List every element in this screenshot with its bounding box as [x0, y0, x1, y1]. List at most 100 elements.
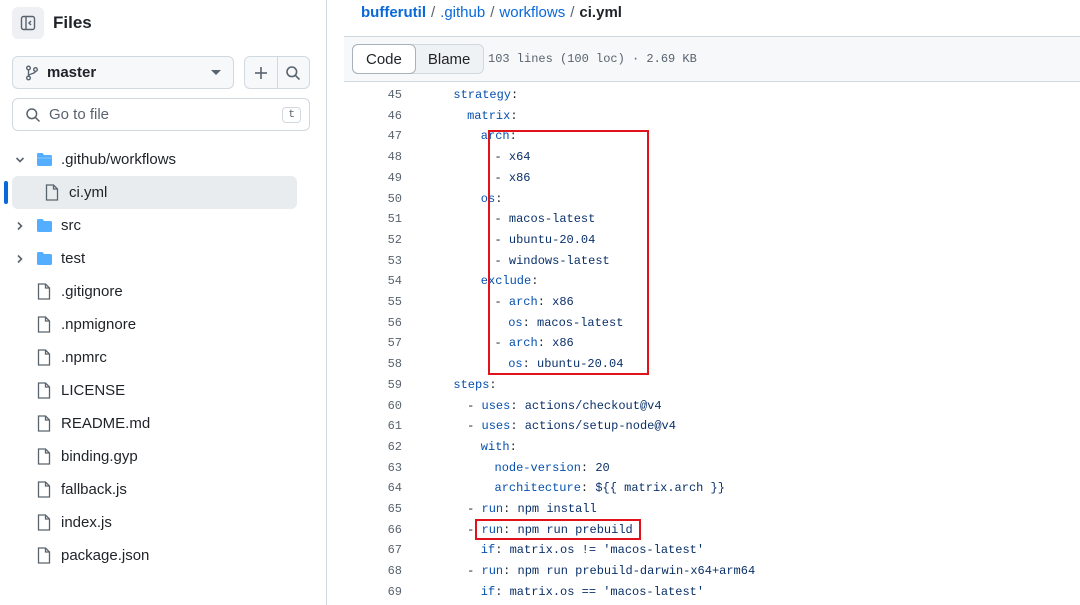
- selected-indicator: [4, 181, 8, 204]
- tree-item-label: src: [61, 217, 81, 234]
- tree-item-label: .npmignore: [61, 316, 137, 333]
- line-number[interactable]: 59: [344, 375, 402, 395]
- tree-item-fallback-js[interactable]: fallback.js: [0, 473, 327, 506]
- sidebar-collapse-button[interactable]: [12, 7, 44, 39]
- blame-view-button[interactable]: Blame: [415, 45, 484, 73]
- breadcrumb-workflows-link[interactable]: workflows: [499, 4, 565, 21]
- tree-item-label: LICENSE: [61, 382, 126, 399]
- line-number[interactable]: 54: [344, 271, 402, 291]
- folder-icon: [36, 218, 53, 233]
- chevron-right-icon[interactable]: [15, 254, 25, 264]
- yaml-value: x86: [552, 336, 574, 351]
- chevron-down-icon[interactable]: [15, 155, 25, 165]
- breadcrumb-current-file: ci.yml: [579, 4, 622, 21]
- code-view: 45 strategy: 46 matrix: 47 arch: 48 - x64 49 - x8…: [344, 82, 1080, 605]
- tree-item-label: ci.yml: [69, 184, 108, 201]
- code-view-button[interactable]: Code: [352, 44, 416, 74]
- tree-item-package-json[interactable]: package.json: [0, 539, 327, 572]
- code-text: exclude:: [480, 274, 539, 289]
- code-text: - uses: actions/checkout@v4: [467, 398, 662, 413]
- chevron-right-icon[interactable]: [15, 221, 25, 231]
- breadcrumb-separator: /: [431, 4, 436, 21]
- code-line: 49 - x86: [344, 168, 1080, 188]
- tree-item-label: fallback.js: [61, 481, 127, 498]
- line-number[interactable]: 53: [344, 251, 402, 271]
- file-icon: [37, 349, 51, 366]
- line-number[interactable]: 68: [344, 561, 402, 581]
- search-code-button[interactable]: [276, 57, 309, 88]
- yaml-value: x86: [508, 170, 531, 185]
- tree-item-npmrc[interactable]: .npmrc: [0, 341, 327, 374]
- line-number[interactable]: 46: [344, 106, 402, 126]
- code-line: 50 os:: [344, 189, 1080, 209]
- tree-item-gitignore[interactable]: .gitignore: [0, 275, 327, 308]
- line-number[interactable]: 49: [344, 168, 402, 188]
- line-number[interactable]: 45: [344, 85, 402, 105]
- code-text: matrix:: [467, 108, 518, 123]
- line-number[interactable]: 61: [344, 416, 402, 436]
- search-icon: [26, 107, 41, 122]
- code-text: os:: [480, 191, 503, 206]
- tree-item-index-js[interactable]: index.js: [0, 506, 327, 539]
- breadcrumb-separator: /: [570, 4, 575, 21]
- tree-item-readme[interactable]: README.md: [0, 407, 327, 440]
- code-text: steps:: [453, 377, 497, 392]
- line-number[interactable]: 56: [344, 313, 402, 333]
- code-text: strategy:: [453, 88, 519, 102]
- code-line: 52 - ubuntu-20.04: [344, 230, 1080, 250]
- line-number[interactable]: 50: [344, 189, 402, 209]
- view-mode-toggle: Code Blame: [352, 44, 485, 74]
- code-text: - arch: x86: [494, 295, 574, 309]
- folder-open-icon: [36, 152, 53, 167]
- line-number[interactable]: 66: [344, 520, 402, 540]
- yaml-key: matrix: [467, 108, 511, 123]
- breadcrumb-github-link[interactable]: .github: [440, 4, 485, 21]
- branch-name: master: [47, 64, 97, 81]
- yaml-key: strategy: [453, 88, 511, 102]
- file-icon: [37, 547, 51, 564]
- line-number[interactable]: 52: [344, 230, 402, 250]
- line-number[interactable]: 58: [344, 354, 402, 374]
- tree-item-src[interactable]: src: [0, 209, 327, 242]
- line-number[interactable]: 55: [344, 292, 402, 312]
- go-to-file-input[interactable]: [49, 106, 283, 123]
- tree-item-license[interactable]: LICENSE: [0, 374, 327, 407]
- code-text: arch:: [480, 129, 517, 144]
- git-branch-icon: [26, 65, 38, 80]
- yaml-key: os: [508, 315, 523, 330]
- line-number[interactable]: 65: [344, 499, 402, 519]
- code-text: - x64: [494, 150, 531, 165]
- tree-item-test[interactable]: test: [0, 242, 327, 275]
- tree-item-npmignore[interactable]: .npmignore: [0, 308, 327, 341]
- line-number[interactable]: 64: [344, 478, 402, 498]
- code-text: - run: npm run prebuild-darwin-x64+arm64: [467, 564, 756, 579]
- line-number[interactable]: 51: [344, 209, 402, 229]
- code-text: os: macos-latest: [508, 315, 624, 330]
- branch-selector-button[interactable]: master: [12, 56, 234, 89]
- yaml-key: with: [480, 439, 510, 454]
- line-number[interactable]: 62: [344, 437, 402, 457]
- yaml-value: npm install: [517, 502, 597, 516]
- breadcrumb-repo-link[interactable]: bufferutil: [361, 4, 426, 21]
- line-number[interactable]: 63: [344, 458, 402, 478]
- go-to-file-field[interactable]: t: [12, 98, 310, 131]
- code-text: if: matrix.os != 'macos-latest': [480, 543, 705, 558]
- line-number[interactable]: 69: [344, 582, 402, 602]
- code-line: 68 - run: npm run prebuild-darwin-x64+arm…: [344, 561, 1080, 581]
- line-number[interactable]: 48: [344, 147, 402, 167]
- line-number[interactable]: 47: [344, 126, 402, 146]
- file-icon: [37, 415, 51, 432]
- tree-item-github-workflows[interactable]: .github/workflows: [0, 143, 327, 176]
- code-line: 56 os: macos-latest: [344, 313, 1080, 333]
- yaml-value: matrix.os != 'macos-latest': [509, 543, 705, 558]
- line-number[interactable]: 57: [344, 333, 402, 353]
- yaml-key: run: [481, 522, 504, 537]
- tree-item-ci-yml[interactable]: ci.yml: [4, 176, 297, 209]
- code-line: 69 if: matrix.os == 'macos-latest': [344, 582, 1080, 602]
- tree-item-binding-gyp[interactable]: binding.gyp: [0, 440, 327, 473]
- yaml-value: x86: [552, 295, 574, 309]
- line-number[interactable]: 67: [344, 540, 402, 560]
- line-number[interactable]: 60: [344, 396, 402, 416]
- add-file-button[interactable]: [245, 57, 277, 88]
- file-sidebar: Files master Go to file t .github/workfl…: [0, 0, 327, 605]
